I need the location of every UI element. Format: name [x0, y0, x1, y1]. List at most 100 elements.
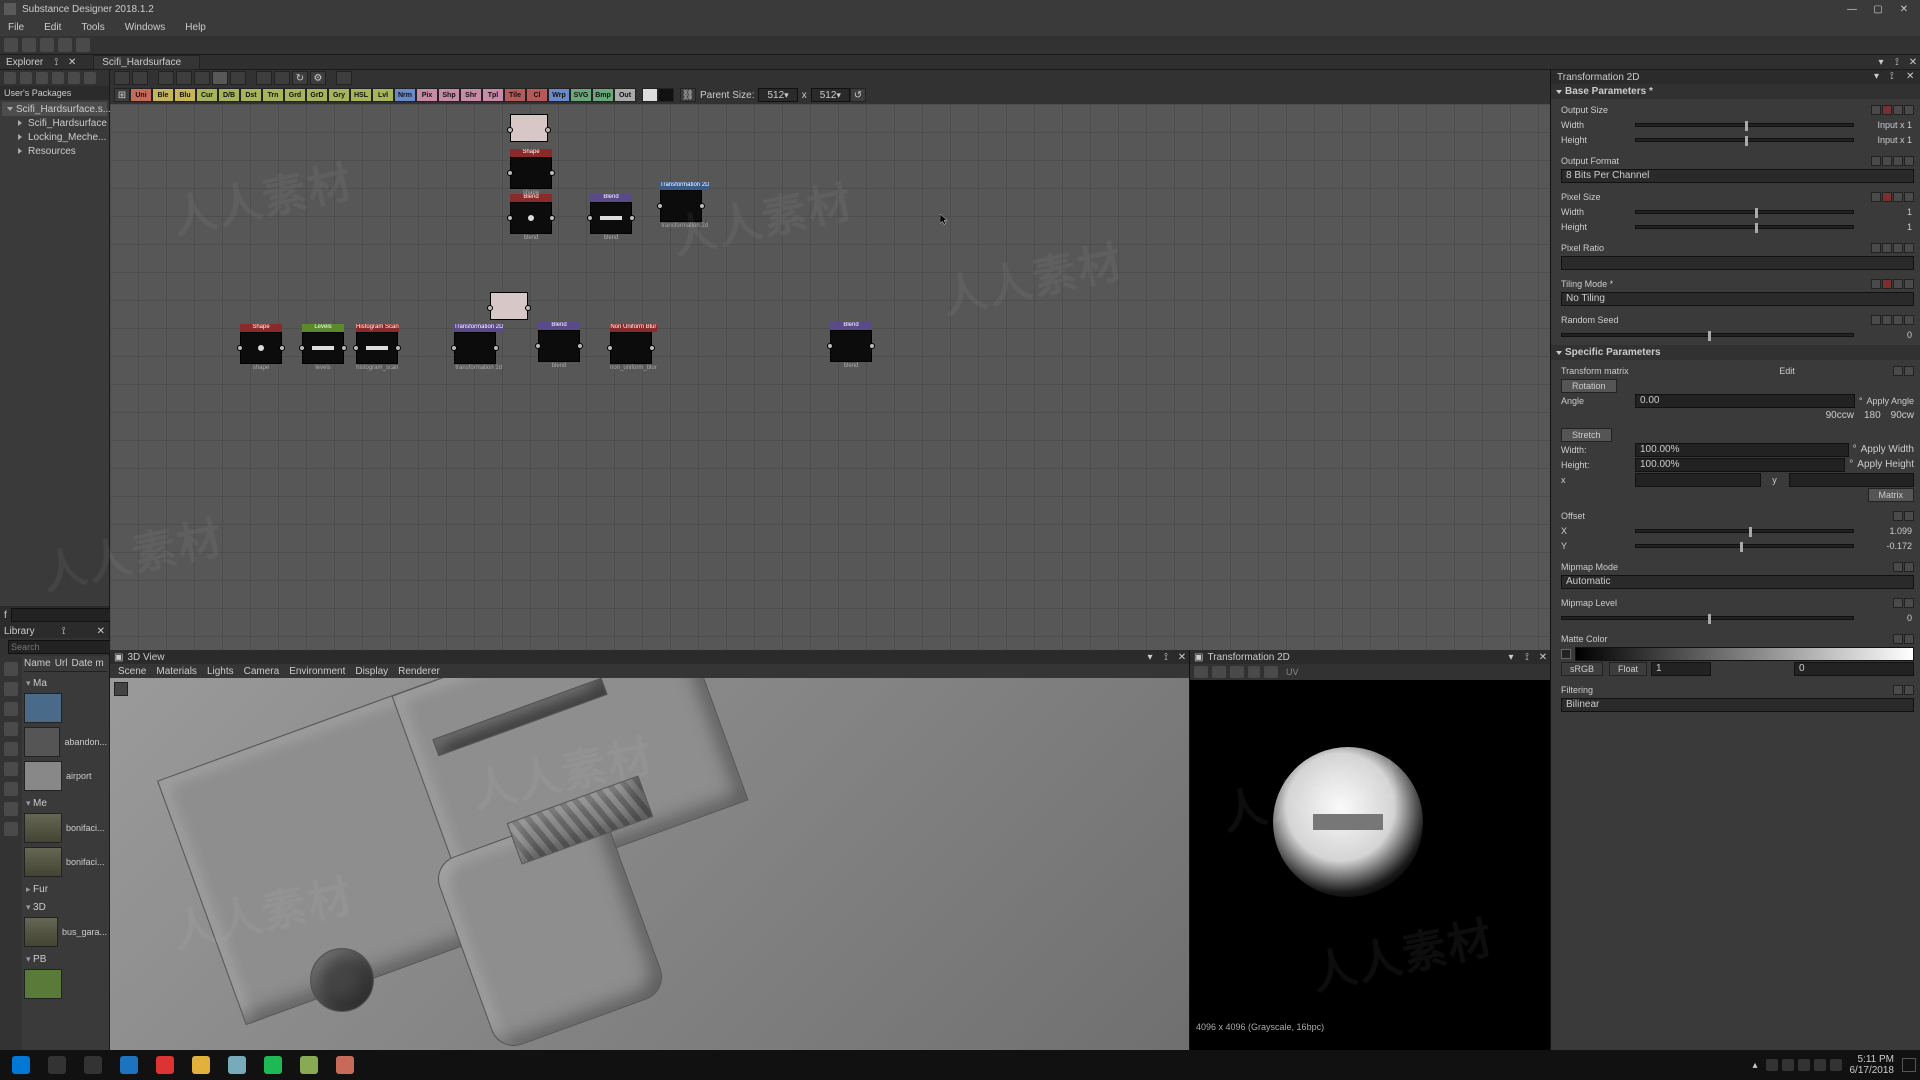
list-item[interactable] [24, 968, 107, 1000]
tm-ic2[interactable] [1904, 366, 1914, 376]
cat-7[interactable] [4, 782, 18, 796]
props-collapse-icon[interactable]: ▾ [1874, 71, 1888, 83]
chip-dst[interactable]: Dst [240, 88, 262, 102]
3d-menu-scene[interactable]: Scene [118, 666, 146, 677]
chip-bmp[interactable]: Bmp [592, 88, 614, 102]
chip-grd[interactable]: GrD [306, 88, 328, 102]
cat-6[interactable] [4, 762, 18, 776]
taskbar-sd-icon[interactable] [328, 1052, 362, 1078]
gtb-3[interactable] [158, 71, 174, 85]
col-date[interactable]: Date m [71, 658, 103, 669]
ps-ic2[interactable] [1882, 192, 1892, 202]
gl-icon-3[interactable] [40, 38, 54, 52]
reset-size-icon[interactable]: ↺ [850, 88, 866, 102]
menu-windows[interactable]: Windows [121, 20, 170, 35]
window-minimize-button[interactable]: — [1840, 2, 1864, 16]
gtb-5[interactable] [194, 71, 210, 85]
2d-tb-3[interactable] [1230, 666, 1244, 678]
mc-ic2[interactable] [1904, 634, 1914, 644]
chip-shr[interactable]: Shr [460, 88, 482, 102]
chip-pix[interactable]: Pix [416, 88, 438, 102]
gtb-6[interactable] [212, 71, 228, 85]
2d-collapse-icon[interactable]: ▾ [1504, 651, 1518, 663]
mipmap-level-slider[interactable] [1561, 616, 1854, 620]
3d-close-icon[interactable]: ✕ [1175, 651, 1189, 663]
gtb-11[interactable] [336, 71, 352, 85]
lib-group-me[interactable]: ▾ Me [24, 794, 107, 810]
os-ic2[interactable] [1882, 105, 1892, 115]
pr-ic3[interactable] [1893, 243, 1903, 253]
2d-tb-1[interactable] [1194, 666, 1208, 678]
3d-menu-lights[interactable]: Lights [207, 666, 234, 677]
link-icon[interactable]: ⛓ [680, 88, 696, 102]
tree-item-2[interactable]: Locking_Meche... [2, 130, 107, 144]
of-ic1[interactable] [1871, 156, 1881, 166]
exp-tb-3[interactable] [36, 72, 48, 84]
ml-ic1[interactable] [1893, 598, 1903, 608]
xm-input[interactable] [1635, 473, 1761, 487]
mm-ic2[interactable] [1904, 562, 1914, 572]
chip-grd[interactable]: Grd [284, 88, 306, 102]
exp-tb-4[interactable] [52, 72, 64, 84]
tl-ic4[interactable] [1904, 279, 1914, 289]
chip-out[interactable]: Out [614, 88, 636, 102]
cat-9[interactable] [4, 822, 18, 836]
lib-group-fur[interactable]: ▸ Fur [24, 880, 107, 896]
node-n8[interactable]: Histogram Scanhistogram_scan [356, 324, 399, 371]
off-ic2[interactable] [1904, 511, 1914, 521]
srgb-button[interactable]: sRGB [1561, 662, 1603, 676]
fl-ic1[interactable] [1893, 685, 1903, 695]
exp-tb-1[interactable] [4, 72, 16, 84]
window-maximize-button[interactable]: ▢ [1866, 2, 1890, 16]
cat-4[interactable] [4, 722, 18, 736]
seed-slider[interactable] [1561, 333, 1854, 337]
tray-chevron-up-icon[interactable]: ▴ [1752, 1060, 1757, 1071]
chip-shp[interactable]: Shp [438, 88, 460, 102]
node-n5[interactable] [490, 284, 528, 321]
chip-tile[interactable]: Tile [504, 88, 526, 102]
node-n7[interactable]: Levelslevels [302, 324, 344, 371]
explorer-pin-icon[interactable]: ⟟ [49, 55, 63, 69]
fl-ic2[interactable] [1904, 685, 1914, 695]
offset-x-slider[interactable] [1635, 529, 1854, 533]
offset-y-slider[interactable] [1635, 544, 1854, 548]
node-n1[interactable]: Shapeshape [510, 149, 552, 196]
3d-collapse-icon[interactable]: ▾ [1143, 651, 1157, 663]
off-ic1[interactable] [1893, 511, 1903, 521]
taskbar-app2-icon[interactable] [292, 1052, 326, 1078]
mc-ic1[interactable] [1893, 634, 1903, 644]
ym-input[interactable] [1789, 473, 1915, 487]
taskbar-search-icon[interactable] [40, 1052, 74, 1078]
chip-hsl[interactable]: HSL [350, 88, 372, 102]
col-name[interactable]: Name [24, 658, 51, 669]
chip-ble[interactable]: Ble [152, 88, 174, 102]
node-n3[interactable]: Blendblend [590, 194, 632, 241]
preview-black[interactable] [658, 88, 674, 102]
node-n0[interactable] [510, 106, 548, 143]
gtb-2[interactable] [132, 71, 148, 85]
base-params-header[interactable]: Base Parameters * [1551, 84, 1920, 99]
ps-ic4[interactable] [1904, 192, 1914, 202]
node-n4[interactable]: Transformation 2Dtransformation 2d [660, 182, 709, 229]
taskbar-store-icon[interactable] [112, 1052, 146, 1078]
stretch-button[interactable]: Stretch [1561, 428, 1612, 442]
preview-white[interactable] [642, 88, 658, 102]
list-item[interactable]: bonifaci... [24, 812, 107, 844]
exp-tb-2[interactable] [20, 72, 32, 84]
rot-180[interactable]: 180 [1864, 410, 1881, 421]
matte-chk[interactable] [1561, 649, 1571, 659]
ps-ic3[interactable] [1893, 192, 1903, 202]
tree-item-1[interactable]: Scifi_Hardsurface [2, 116, 107, 130]
tl-ic3[interactable] [1893, 279, 1903, 289]
lib-group-pb[interactable]: ▾ PB [24, 950, 107, 966]
tray-2[interactable] [1782, 1059, 1794, 1071]
os-ic1[interactable] [1871, 105, 1881, 115]
gtb-9[interactable] [274, 71, 290, 85]
of-ic2[interactable] [1882, 156, 1892, 166]
menu-tools[interactable]: Tools [77, 20, 108, 35]
chip-trn[interactable]: Trn [262, 88, 284, 102]
width-slider[interactable] [1635, 123, 1854, 127]
chip-wrp[interactable]: Wrp [548, 88, 570, 102]
pixel-ratio-drop[interactable] [1561, 256, 1914, 270]
col-url[interactable]: Url [55, 658, 68, 669]
